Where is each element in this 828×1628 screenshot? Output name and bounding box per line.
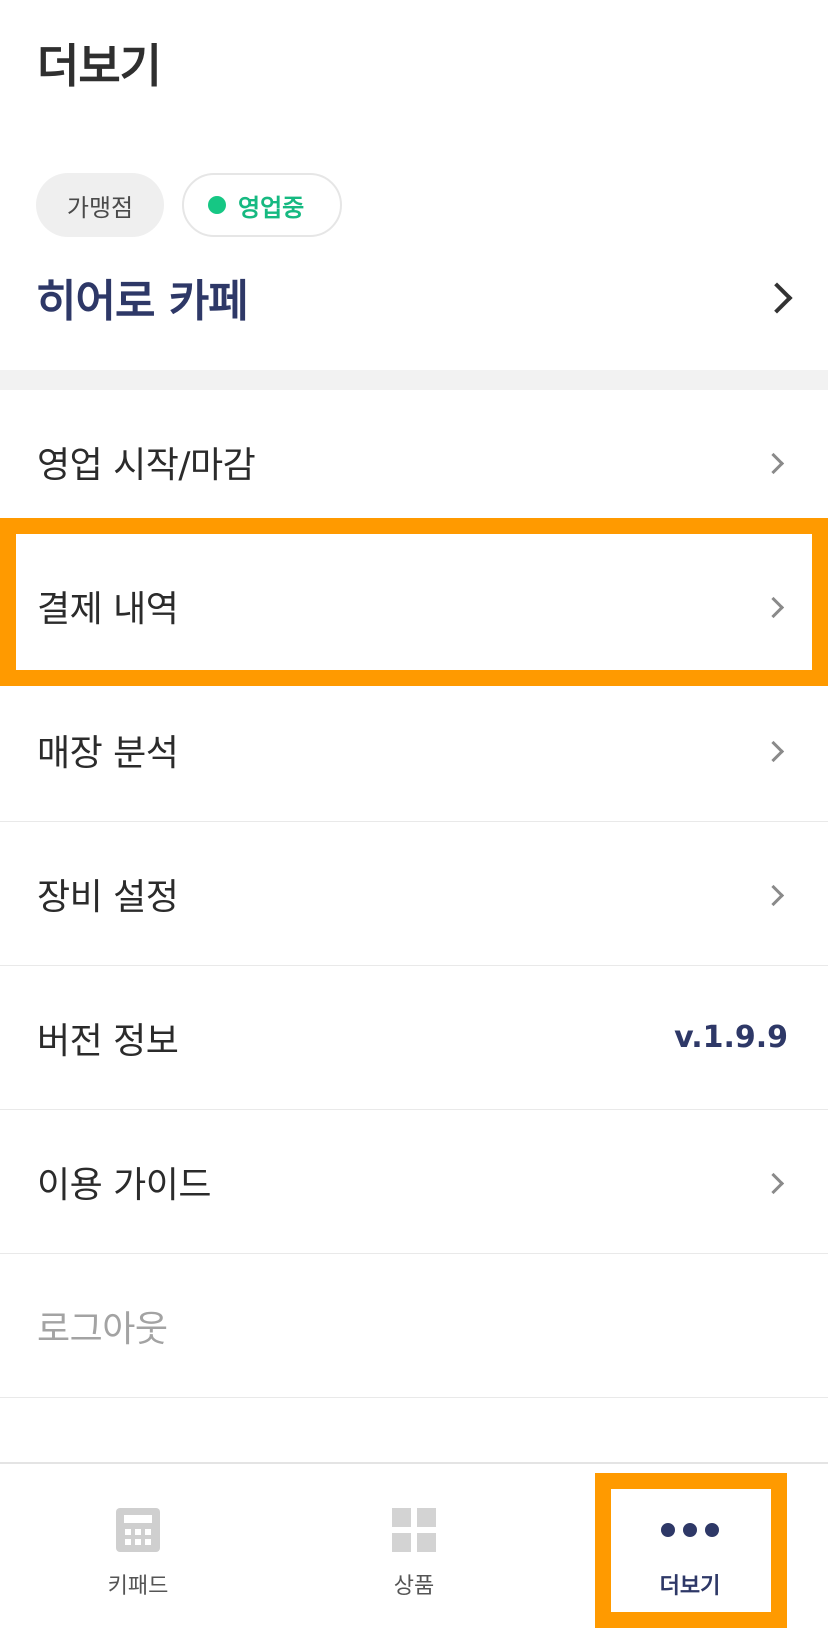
chevron-right-icon bbox=[766, 1171, 788, 1193]
menu-item-label: 영업 시작/마감 bbox=[37, 444, 256, 486]
tab-more[interactable]: 더보기 bbox=[552, 1464, 828, 1628]
menu-item-device-settings[interactable]: 장비 설정 bbox=[0, 822, 828, 966]
chevron-right-icon bbox=[766, 595, 788, 617]
chevron-right-icon bbox=[766, 739, 788, 761]
menu-item-version-info: 버전 정보 v.1.9.9 bbox=[0, 966, 828, 1110]
status-badge-label: 영업중 bbox=[238, 193, 305, 222]
more-dots-icon bbox=[660, 1508, 720, 1552]
chevron-right-icon bbox=[766, 451, 788, 473]
bottom-tab-bar: 키패드 상품 더보기 bbox=[0, 1462, 828, 1628]
page-title: 더보기 bbox=[37, 39, 162, 93]
more-menu-list: 영업 시작/마감 결제 내역 매장 분석 장비 설정 버전 정보 v.1.9.9… bbox=[0, 390, 828, 1398]
menu-item-label: 버전 정보 bbox=[37, 1020, 179, 1062]
menu-item-payment-history[interactable]: 결제 내역 bbox=[0, 534, 828, 678]
grid-icon bbox=[392, 1508, 436, 1552]
menu-item-label: 결제 내역 bbox=[37, 588, 179, 630]
store-detail-link[interactable]: 히어로 카페 bbox=[36, 260, 792, 334]
section-divider bbox=[0, 370, 828, 390]
menu-item-label: 장비 설정 bbox=[37, 876, 179, 918]
chevron-right-icon bbox=[766, 883, 788, 905]
store-badges: 가맹점 영업중 bbox=[36, 173, 342, 237]
menu-item-store-analysis[interactable]: 매장 분석 bbox=[0, 678, 828, 822]
status-dot-icon bbox=[208, 196, 226, 214]
tab-keypad[interactable]: 키패드 bbox=[0, 1464, 276, 1628]
status-badge: 영업중 bbox=[182, 173, 342, 237]
menu-item-label: 로그아웃 bbox=[37, 1308, 168, 1350]
version-value: v.1.9.9 bbox=[674, 1020, 788, 1055]
menu-item-label: 매장 분석 bbox=[37, 732, 179, 774]
store-type-badge: 가맹점 bbox=[36, 173, 164, 237]
menu-item-logout[interactable]: 로그아웃 bbox=[0, 1254, 828, 1398]
tab-label: 더보기 bbox=[659, 1574, 721, 1599]
calculator-icon bbox=[116, 1508, 160, 1552]
store-name: 히어로 카페 bbox=[36, 276, 249, 327]
menu-item-business-open-close[interactable]: 영업 시작/마감 bbox=[0, 390, 828, 534]
chevron-right-icon bbox=[764, 283, 792, 311]
menu-item-label: 이용 가이드 bbox=[37, 1164, 212, 1206]
menu-item-user-guide[interactable]: 이용 가이드 bbox=[0, 1110, 828, 1254]
tab-products[interactable]: 상품 bbox=[276, 1464, 552, 1628]
tab-label: 키패드 bbox=[107, 1574, 169, 1599]
tab-label: 상품 bbox=[393, 1574, 435, 1599]
